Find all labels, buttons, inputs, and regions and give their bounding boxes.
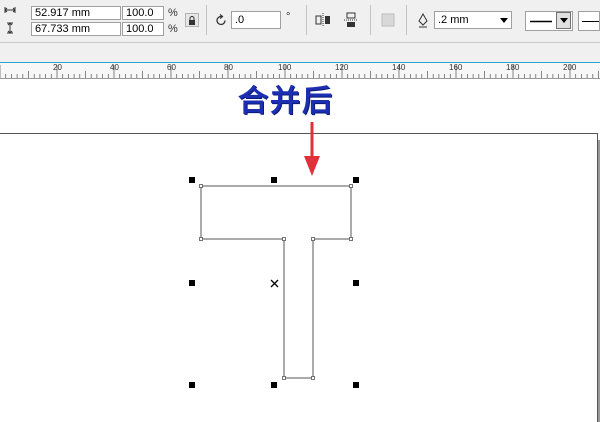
object-height-icon [4,22,16,34]
selection-handle-left[interactable] [189,280,195,286]
toolbar-gap [0,43,600,62]
lock-ratio-icon[interactable] [185,13,199,27]
selection-handle-bottom-right[interactable] [353,382,359,388]
center-marker-icon[interactable] [270,279,279,288]
separator [406,5,407,35]
page-border-top [0,133,597,134]
line-style-select[interactable] [578,11,600,31]
ruler-label: 60 [167,63,176,72]
ruler-label: 40 [110,63,119,72]
horizontal-ruler[interactable]: 20 40 60 80 100 120 140 160 180 200 [0,63,600,79]
selection-handle-bottom[interactable] [271,382,277,388]
chevron-down-icon[interactable] [556,12,571,29]
ruler-label: 140 [392,63,406,72]
scale-x-percent: % [168,7,178,19]
object-width-icon [4,4,16,16]
selection-handle-top-right[interactable] [353,177,359,183]
red-arrow-icon [304,122,320,176]
ruler-label: 180 [506,63,520,72]
selection-handle-bottom-left[interactable] [189,382,195,388]
outline-pen-icon [416,12,430,28]
separator [206,5,207,35]
ruler-label: 120 [335,63,349,72]
scale-y-field[interactable]: 100.0 [122,22,164,36]
selection-handle-top-left[interactable] [189,177,195,183]
ruler-label: 160 [449,63,463,72]
ruler-label: 20 [53,63,62,72]
mirror-vertical-icon[interactable] [343,12,359,28]
outline-width-value: .2 mm [438,14,469,26]
ruler-label: 80 [224,63,233,72]
ruler-label: 200 [563,63,577,72]
chevron-down-icon[interactable] [498,12,510,28]
degree-label: ° [286,11,291,23]
selection-handle-right[interactable] [353,280,359,286]
scale-y-percent: % [168,23,178,35]
property-bar: 52.917 mm 67.733 mm 100.0 100.0 % % .0 °… [0,0,600,43]
annotation-title: 合并后 [238,84,334,119]
separator [306,5,307,35]
convert-to-curves-icon[interactable] [380,12,396,28]
mirror-horizontal-icon[interactable] [315,12,331,28]
object-width-field[interactable]: 52.917 mm [31,6,121,20]
object-height-field[interactable]: 67.733 mm [31,22,121,36]
rotation-angle-field[interactable]: .0 [231,11,281,29]
rotate-icon [214,13,228,27]
separator [370,5,371,35]
scale-x-field[interactable]: 100.0 [122,6,164,20]
selection-handle-top[interactable] [271,177,277,183]
ruler-label: 100 [278,63,292,72]
